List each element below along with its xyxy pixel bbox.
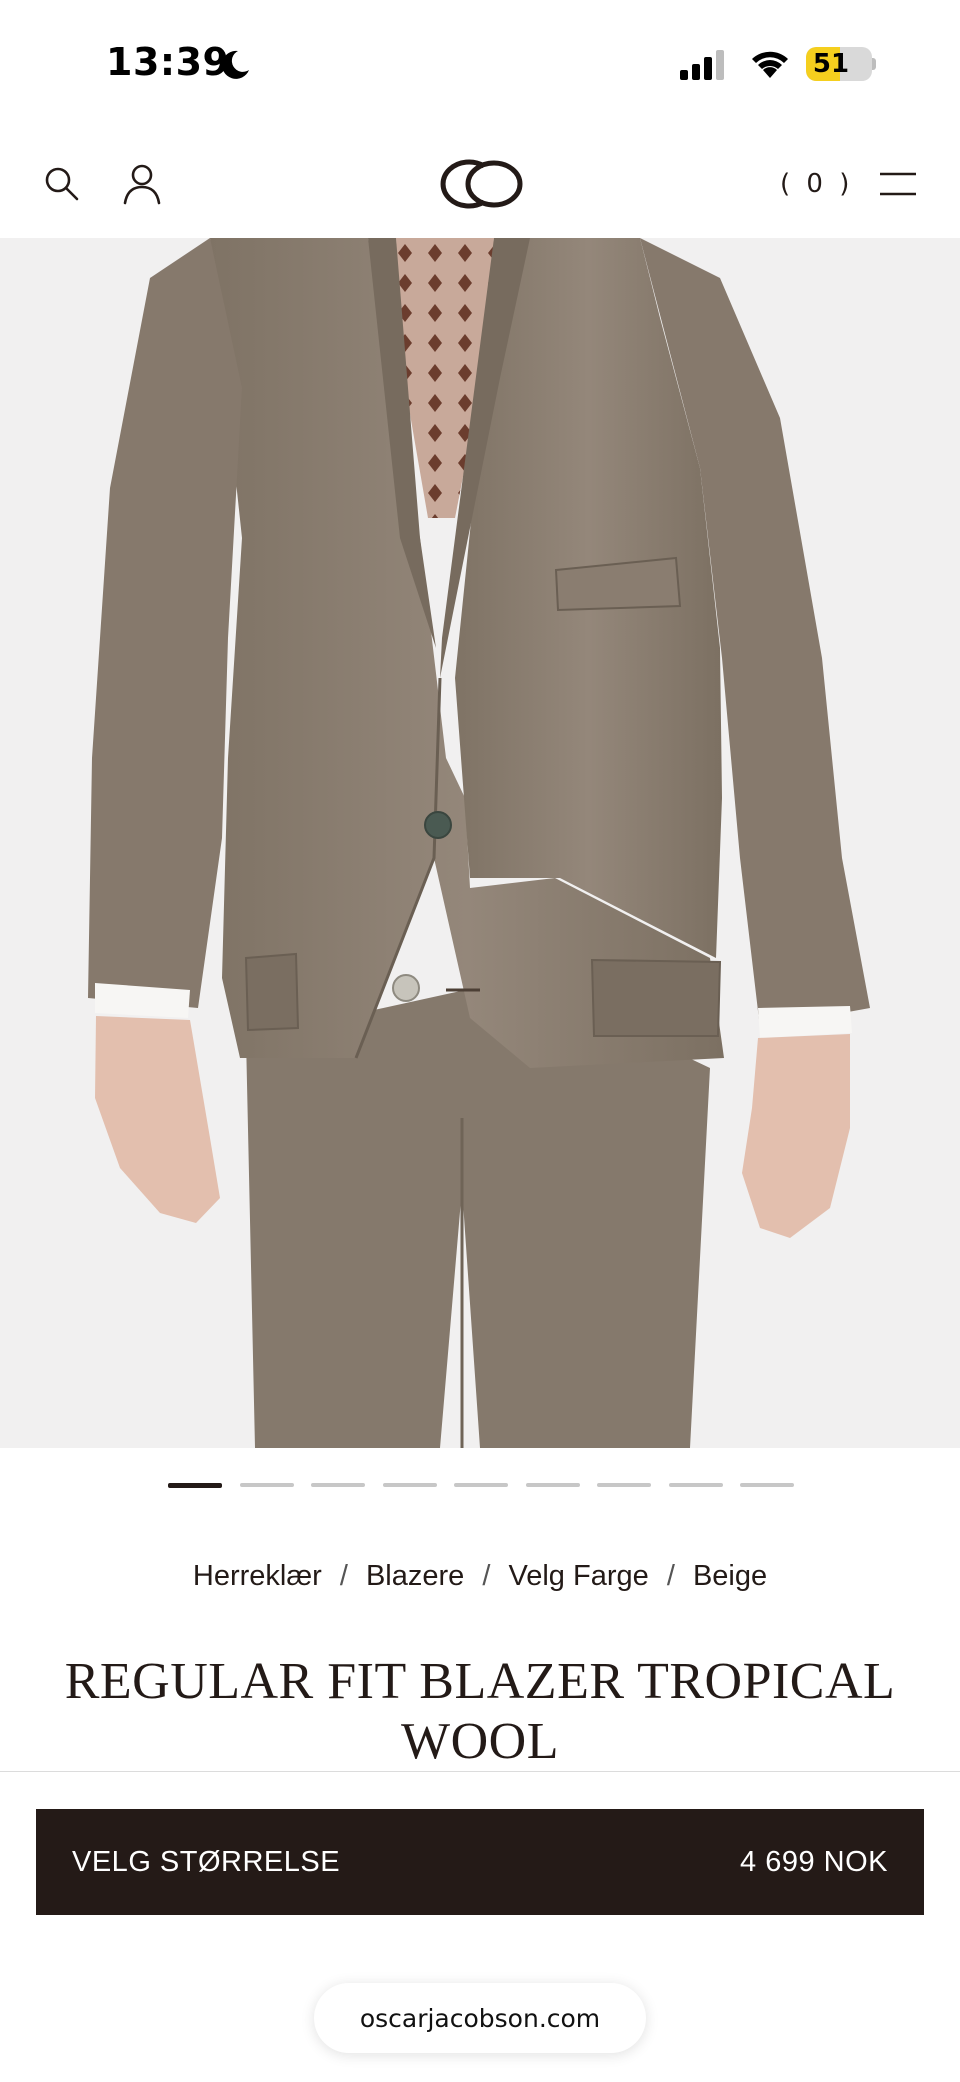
signal-icon — [680, 50, 724, 80]
site-header: ( 0 ) — [0, 130, 960, 239]
breadcrumb-blazere[interactable]: Blazere — [366, 1560, 464, 1592]
battery-cap — [872, 58, 876, 70]
select-size-button[interactable]: VELG STØRRELSE 4 699 NOK — [36, 1809, 924, 1915]
breadcrumb-velg-farge[interactable]: Velg Farge — [508, 1560, 648, 1592]
search-icon — [45, 167, 79, 201]
breadcrumb-separator: / — [666, 1560, 675, 1592]
account-button[interactable] — [116, 158, 168, 210]
status-time: 13:39 — [106, 40, 230, 84]
menu-button[interactable] — [872, 158, 924, 210]
carousel-dot[interactable] — [239, 1483, 294, 1487]
carousel-dot[interactable] — [597, 1483, 651, 1487]
carousel-indicators — [0, 1483, 960, 1491]
cart-count: ( 0 ) — [780, 169, 854, 199]
select-size-label: VELG STØRRELSE — [72, 1845, 341, 1878]
carousel-dot[interactable] — [454, 1483, 508, 1487]
product-price: 4 699 NOK — [740, 1845, 888, 1878]
menu-icon — [880, 172, 916, 196]
product-title-line1: REGULAR FIT BLAZER TROPICAL — [64, 1653, 896, 1710]
wifi-icon — [752, 51, 788, 78]
product-title: REGULAR FIT BLAZER TROPICAL WOOL — [60, 1652, 900, 1772]
product-photo — [88, 238, 870, 1448]
carousel-dot[interactable] — [168, 1483, 222, 1488]
brand-logo[interactable] — [426, 154, 534, 214]
breadcrumb-separator: / — [339, 1560, 348, 1592]
search-button[interactable] — [36, 158, 88, 210]
carousel-dot[interactable] — [668, 1483, 723, 1487]
carousel-dot[interactable] — [311, 1483, 365, 1487]
account-icon — [123, 164, 161, 205]
carousel-dot[interactable] — [382, 1483, 437, 1487]
cart-button[interactable]: ( 0 ) — [780, 160, 853, 208]
battery-level: 51 — [812, 49, 850, 79]
purchase-bar: VELG STØRRELSE 4 699 NOK oscarjacobson.c… — [0, 1771, 960, 2082]
carousel-dot[interactable] — [525, 1483, 580, 1487]
breadcrumb-herreklaer[interactable]: Herreklær — [193, 1560, 322, 1592]
breadcrumb-beige[interactable]: Beige — [693, 1560, 767, 1592]
product-image[interactable] — [0, 238, 960, 1448]
product-title-line2: WOOL — [401, 1713, 559, 1770]
breadcrumb: Herreklær / Blazere / Velg Farge / Beige — [0, 1560, 960, 1593]
browser-url: oscarjacobson.com — [359, 2003, 601, 2033]
breadcrumb-separator: / — [482, 1560, 491, 1592]
moon-icon — [221, 50, 249, 79]
battery-icon: 51 — [806, 47, 872, 81]
carousel-dot[interactable] — [740, 1483, 794, 1487]
status-bar: 13:39 51 — [0, 0, 960, 130]
browser-url-bar[interactable]: oscarjacobson.com — [314, 1983, 646, 2053]
